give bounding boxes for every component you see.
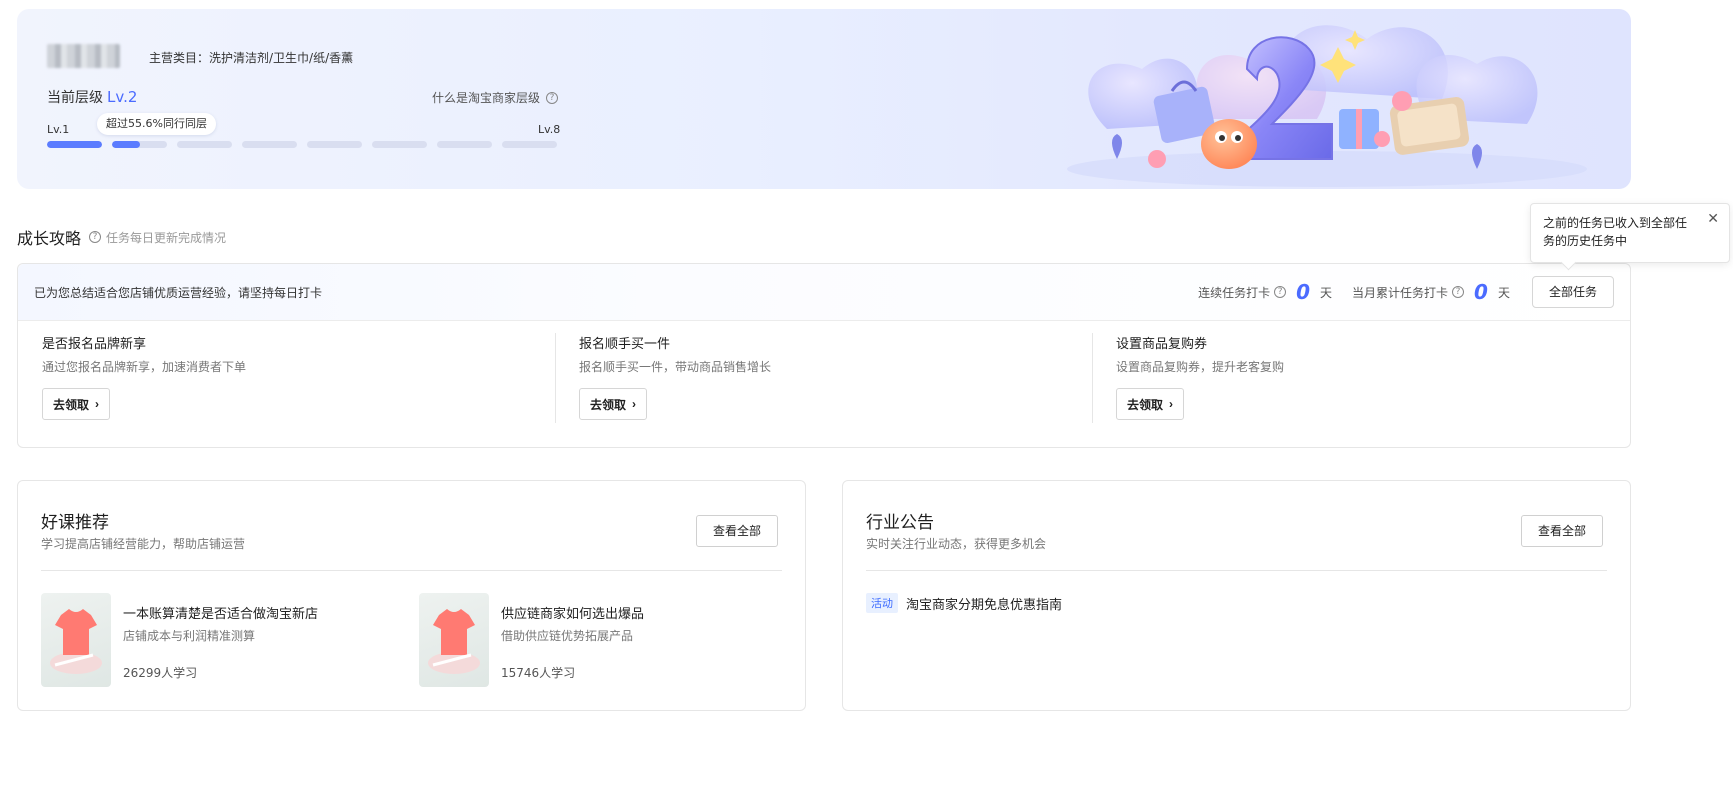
industry-view-all-button[interactable]: 查看全部 — [1520, 515, 1603, 547]
task-card-header: 已为您总结适合您店铺优质运营经验，请坚持每日打卡 连续任务打卡 ? 0 天 当月… — [18, 264, 1630, 321]
industry-subtitle: 实时关注行业动态，获得更多机会 — [866, 537, 1047, 551]
progress-percentile-chip: 超过55.6%同行同层 — [97, 113, 216, 135]
all-tasks-button[interactable]: 全部任务 — [1531, 276, 1614, 308]
claim-button[interactable]: 去领取 › — [42, 388, 111, 420]
chevron-right-icon[interactable]: › — [1169, 397, 1173, 411]
divider — [866, 570, 1607, 571]
industry-title: 行业公告 — [866, 513, 934, 533]
what-is-level-link[interactable]: 什么是淘宝商家层级 ? — [432, 89, 559, 106]
day-unit: 天 — [1320, 285, 1333, 300]
monthly-checkin-stat: 当月累计任务打卡 ? 0 天 — [1352, 280, 1510, 304]
task-desc: 报名顺手买一件，带动商品销售增长 — [579, 360, 772, 374]
growth-subtitle: 任务每日更新完成情况 — [106, 230, 227, 245]
course-thumbnail[interactable] — [41, 593, 111, 687]
consecutive-checkin-stat: 连续任务打卡 ? 0 天 — [1198, 280, 1332, 304]
monthly-checkin-value: 0 — [1474, 280, 1488, 304]
course-item[interactable]: 一本账算清楚是否适合做淘宝新店 店铺成本与利润精准测算 26299人学习 — [41, 593, 381, 687]
claim-button-label[interactable]: 去领取 — [1127, 396, 1163, 413]
growth-section-title: 成长攻略 ? 任务每日更新完成情况 — [17, 225, 226, 249]
task-item: 报名顺手买一件 报名顺手买一件，带动商品销售增长 去领取 › — [555, 333, 1092, 423]
course-title[interactable]: 一本账算清楚是否适合做淘宝新店 — [123, 603, 318, 622]
progress-segment — [242, 141, 297, 148]
level-max-label: Lv.8 — [538, 123, 561, 136]
courses-subtitle: 学习提高店铺经营能力，帮助店铺运营 — [41, 537, 246, 551]
course-desc: 店铺成本与利润精准测算 — [123, 629, 256, 643]
popover-text: 之前的任务已收入到全部任务的历史任务中 — [1543, 216, 1688, 248]
progress-segment — [177, 141, 232, 148]
growth-subtitle-wrap: ? 任务每日更新完成情况 — [89, 229, 226, 246]
task-desc: 通过您报名品牌新享，加速消费者下单 — [42, 360, 247, 374]
announcement-item[interactable]: 活动 淘宝商家分期免息优惠指南 — [866, 593, 1062, 613]
day-unit: 天 — [1497, 285, 1510, 300]
progress-segment-fill — [47, 141, 102, 148]
course-learner-count: 15746人学习 — [501, 666, 576, 680]
chevron-right-icon[interactable]: › — [632, 397, 636, 411]
industry-announcements-panel: 行业公告 实时关注行业动态，获得更多机会 查看全部 活动 淘宝商家分期免息优惠指… — [842, 480, 1631, 711]
task-list: 是否报名品牌新享 通过您报名品牌新享，加速消费者下单 去领取 › 报名顺手买一件 … — [18, 321, 1630, 423]
course-desc: 借助供应链优势拓展产品 — [501, 629, 634, 643]
progress-segment-fill — [112, 141, 140, 148]
growth-task-card: 已为您总结适合您店铺优质运营经验，请坚持每日打卡 连续任务打卡 ? 0 天 当月… — [17, 263, 1631, 448]
main-category: 主营类目：洗护清洁剂/卫生巾/纸/香薰 — [149, 51, 354, 65]
growth-title: 成长攻略 — [17, 229, 82, 248]
level-progress-bar — [47, 141, 557, 148]
progress-segment — [112, 141, 167, 148]
divider — [41, 570, 782, 571]
task-title: 是否报名品牌新享 — [42, 337, 147, 352]
announcement-tag: 活动 — [866, 593, 898, 613]
help-icon[interactable]: ? — [546, 91, 559, 104]
level-banner: 主营类目：洗护清洁剂/卫生巾/纸/香薰 当前层级 Lv.2 什么是淘宝商家层级 ?… — [17, 9, 1631, 189]
help-icon[interactable]: ? — [1452, 286, 1465, 298]
tshirt-icon — [50, 609, 102, 674]
level-2-illustration — [1067, 25, 1587, 187]
task-item: 设置商品复购券 设置商品复购券，提升老客复购 去领取 › — [1092, 333, 1629, 423]
task-item: 是否报名品牌新享 通过您报名品牌新享，加速消费者下单 去领取 › — [18, 333, 555, 420]
announcement-title[interactable]: 淘宝商家分期免息优惠指南 — [906, 594, 1062, 613]
claim-button-label[interactable]: 去领取 — [590, 396, 626, 413]
progress-segment — [47, 141, 102, 148]
current-level: 当前层级 Lv.2 — [47, 87, 137, 107]
course-learner-count: 26299人学习 — [123, 666, 198, 680]
task-title: 报名顺手买一件 — [579, 337, 671, 352]
consecutive-checkin-value: 0 — [1296, 280, 1311, 304]
progress-segment — [307, 141, 362, 148]
history-tasks-popover: 之前的任务已收入到全部任务的历史任务中 ✕ — [1530, 203, 1730, 263]
task-intro: 已为您总结适合您店铺优质运营经验，请坚持每日打卡 — [34, 285, 323, 300]
progress-segment — [502, 141, 557, 148]
shop-name-blurred — [47, 44, 120, 68]
course-title[interactable]: 供应链商家如何选出爆品 — [501, 603, 644, 622]
claim-button[interactable]: 去领取 › — [1116, 388, 1185, 420]
current-level-value: Lv.2 — [107, 88, 138, 106]
claim-button-label[interactable]: 去领取 — [53, 396, 89, 413]
tshirt-icon — [428, 609, 480, 674]
consecutive-checkin-label: 连续任务打卡 — [1198, 285, 1271, 300]
courses-title: 好课推荐 — [41, 513, 109, 533]
help-icon[interactable]: ? — [89, 231, 102, 243]
what-is-level-text[interactable]: 什么是淘宝商家层级 — [432, 89, 540, 106]
task-desc: 设置商品复购券，提升老客复购 — [1116, 360, 1285, 374]
course-item[interactable]: 供应链商家如何选出爆品 借助供应链优势拓展产品 15746人学习 — [419, 593, 759, 687]
chevron-right-icon[interactable]: › — [95, 397, 99, 411]
progress-segment — [437, 141, 492, 148]
courses-view-all-button[interactable]: 查看全部 — [695, 515, 778, 547]
recommended-courses-panel: 好课推荐 学习提高店铺经营能力，帮助店铺运营 查看全部 一本账算清楚是否适合做淘… — [17, 480, 806, 711]
task-title: 设置商品复购券 — [1116, 337, 1208, 352]
close-icon[interactable]: ✕ — [1707, 210, 1719, 228]
monthly-checkin-label: 当月累计任务打卡 — [1352, 285, 1449, 300]
current-level-prefix: 当前层级 — [47, 90, 103, 106]
progress-segment — [372, 141, 427, 148]
help-icon[interactable]: ? — [1274, 286, 1287, 298]
course-thumbnail[interactable] — [419, 593, 489, 687]
level-min-label: Lv.1 — [47, 123, 70, 136]
claim-button[interactable]: 去领取 › — [579, 388, 648, 420]
